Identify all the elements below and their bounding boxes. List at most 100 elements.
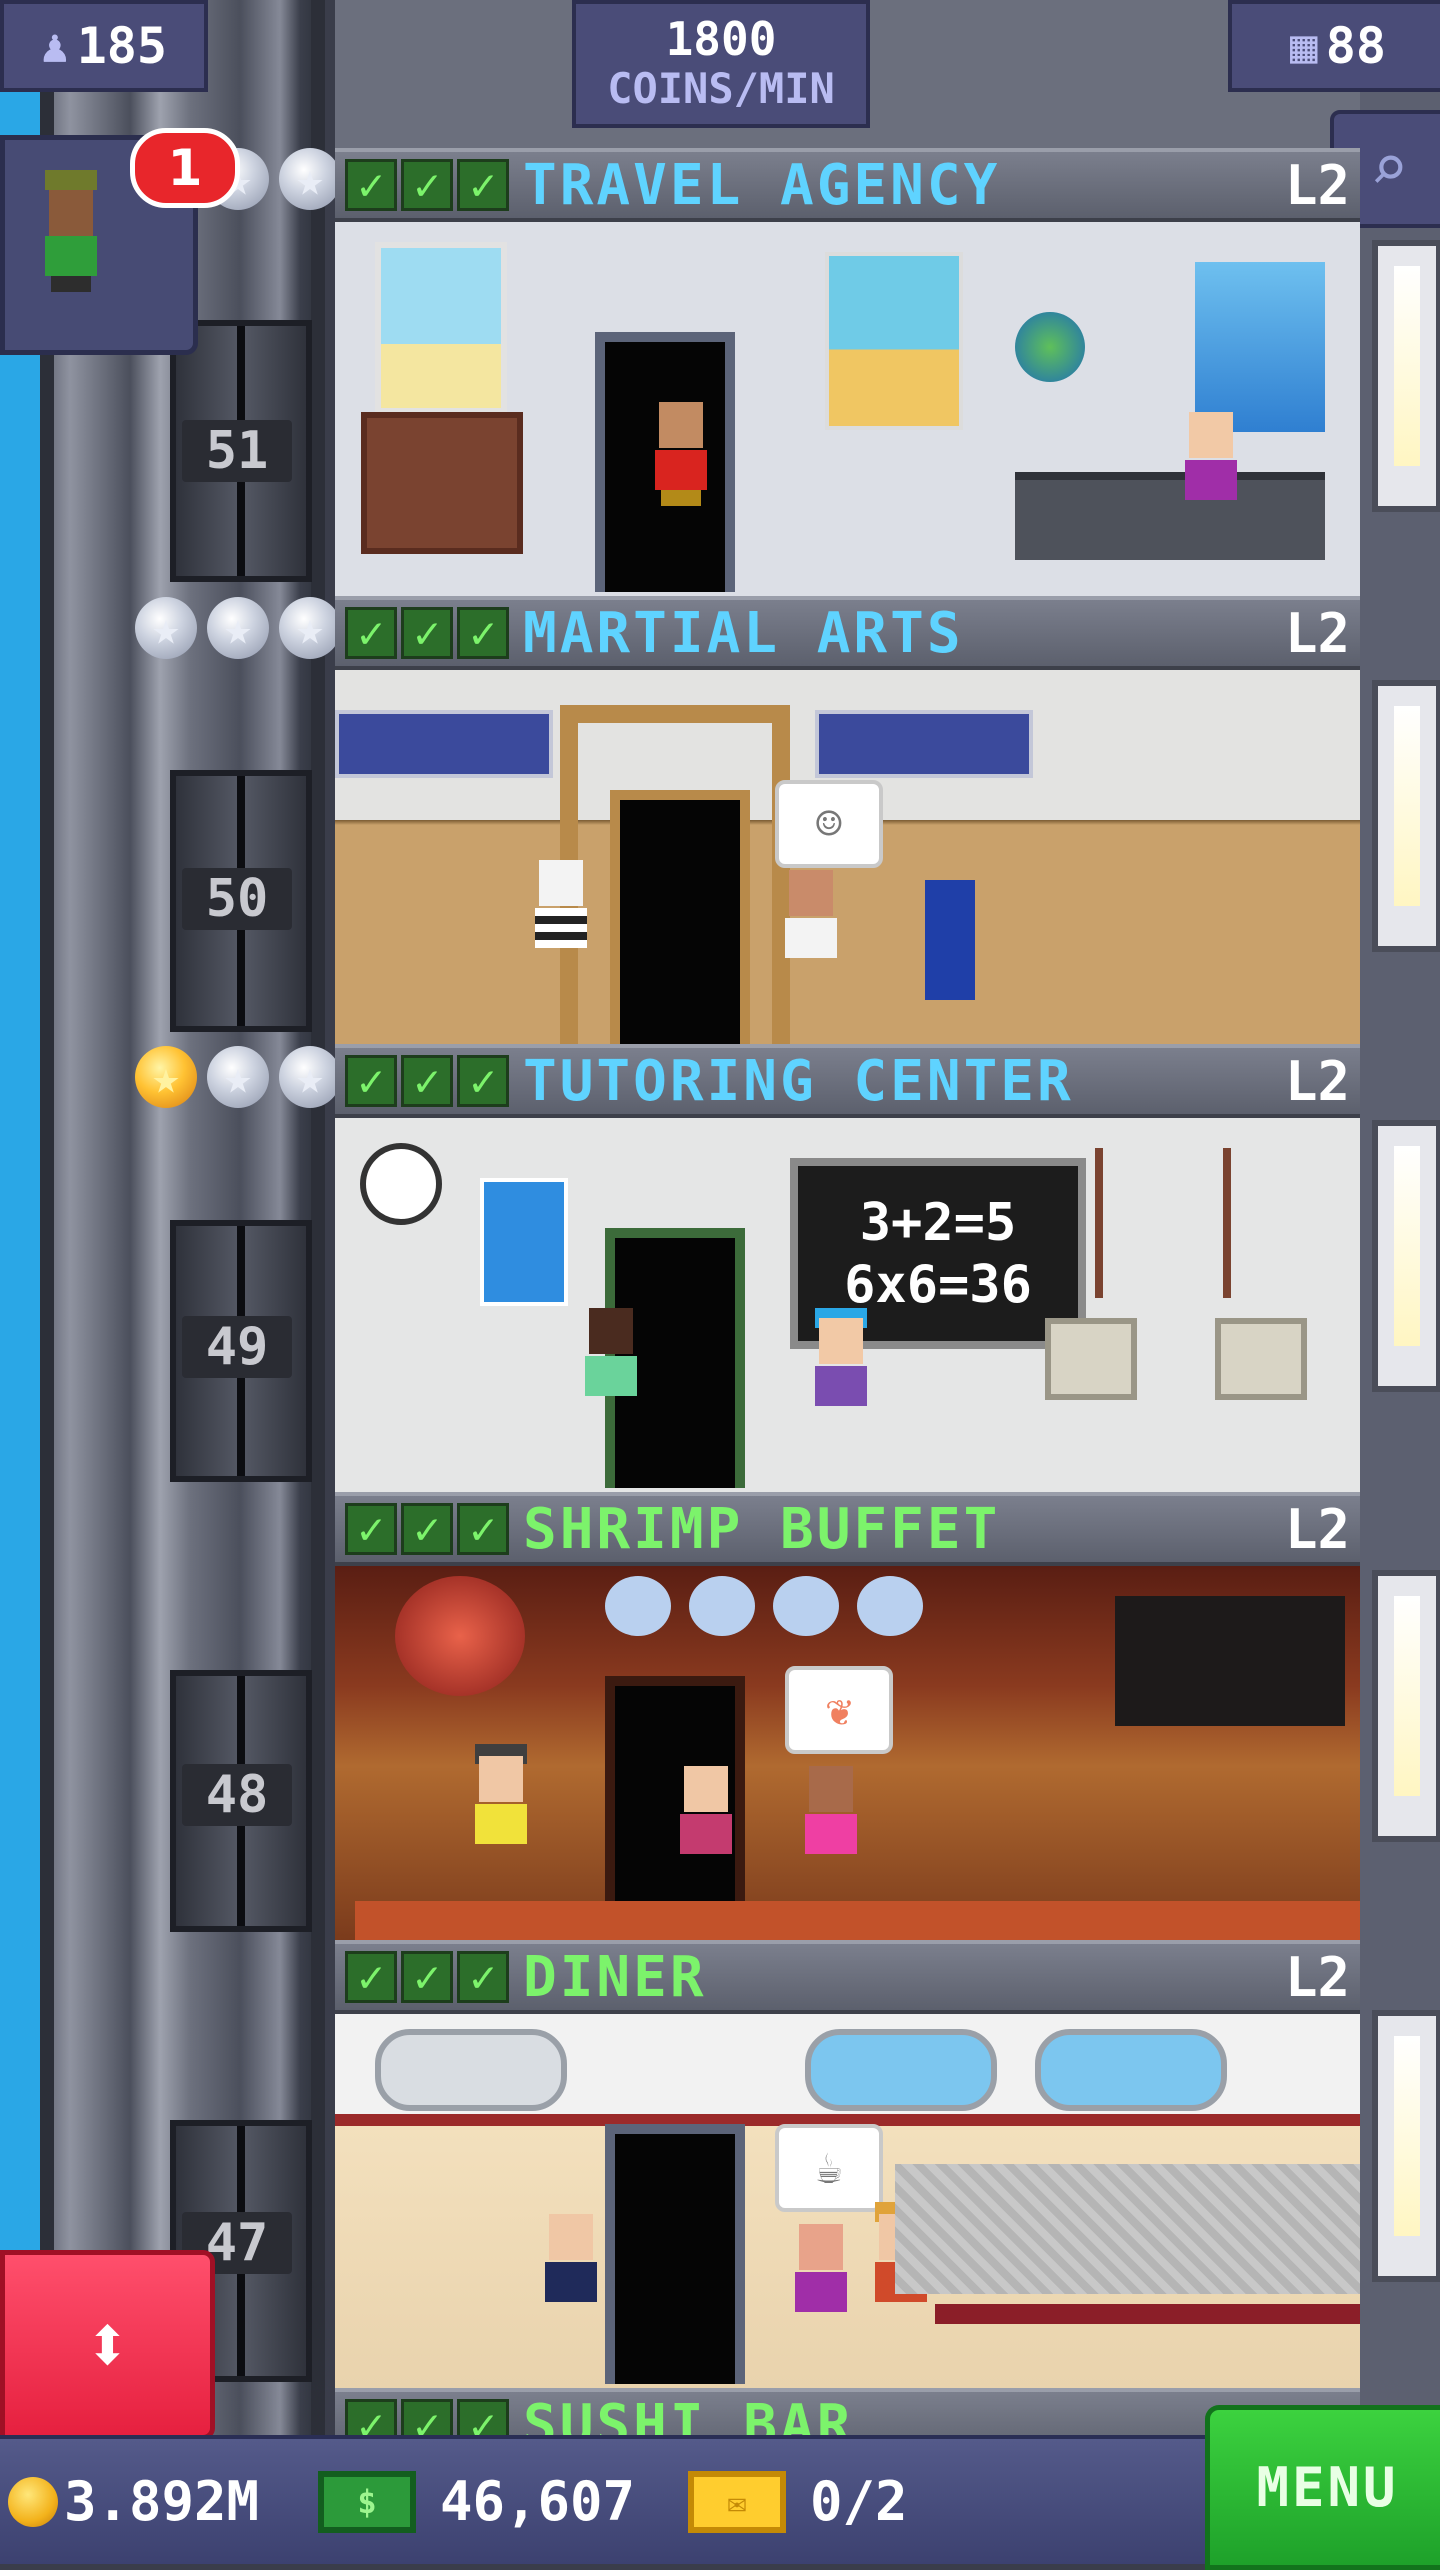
diner-window — [805, 2029, 997, 2111]
floor-martial-arts[interactable]: ✓ ✓ ✓ MARTIAL ARTS L2 ☺ — [335, 596, 1360, 1046]
star-icon: ★ — [279, 148, 341, 210]
notification-badge[interactable]: 1 — [130, 128, 240, 208]
person — [795, 1766, 867, 1916]
person — [805, 1308, 877, 1468]
floor-name: MARTIAL ARTS — [523, 600, 964, 666]
window-panel — [1372, 240, 1440, 512]
population-value: 185 — [76, 17, 167, 75]
computer-icon — [1045, 1318, 1137, 1400]
check-icon: ✓ — [457, 159, 509, 211]
dojo-banner — [815, 710, 1033, 778]
stock-checks: ✓ ✓ ✓ — [345, 607, 509, 659]
shaft-rail — [311, 0, 325, 2440]
head — [799, 2224, 843, 2270]
beach-poster — [375, 242, 507, 414]
person — [645, 402, 717, 552]
floor-header[interactable]: ✓ ✓ ✓ DINER L2 — [335, 1940, 1360, 2014]
body — [815, 1366, 867, 1406]
body — [1185, 460, 1237, 500]
shaft-rail — [40, 0, 54, 2440]
menu-board — [1115, 1596, 1345, 1726]
coins-display[interactable]: 3.892M — [8, 2439, 259, 2564]
visitor-avatar — [35, 150, 107, 330]
star-icon: ★ — [135, 1046, 197, 1108]
floor-travel-agency[interactable]: ✓ ✓ ✓ TRAVEL AGENCY L2 — [335, 148, 1360, 598]
floor-diner[interactable]: ✓ ✓ ✓ DINER L2 ☕ — [335, 1940, 1360, 2390]
floor-count-counter[interactable]: ▦ 88 — [1228, 0, 1440, 92]
check-icon: ✓ — [401, 159, 453, 211]
doorway — [605, 2124, 745, 2384]
doorway — [610, 790, 750, 1044]
person — [465, 1744, 537, 1906]
floor-header[interactable]: ✓ ✓ ✓ SHRIMP BUFFET L2 — [335, 1492, 1360, 1566]
punching-bag — [925, 880, 975, 1000]
apple-poster — [480, 1178, 568, 1306]
bridge-poster — [1195, 262, 1325, 432]
body — [585, 1356, 637, 1396]
floor-header[interactable]: ✓ ✓ ✓ MARTIAL ARTS L2 — [335, 596, 1360, 670]
check-icon: ✓ — [457, 1503, 509, 1555]
plate-row — [605, 1576, 935, 1636]
floor-count-value: 88 — [1325, 17, 1386, 75]
bux-display[interactable]: $ 46,607 — [318, 2439, 635, 2564]
hat — [45, 170, 97, 190]
floor-header[interactable]: ✓ ✓ ✓ TUTORING CENTER L2 — [335, 1044, 1360, 1118]
floor-star-rating: ★ ★ ★ — [135, 1046, 341, 1108]
tickets-value: 0/2 — [810, 2470, 908, 2533]
floor-number-label: 50 — [182, 868, 292, 930]
tickets-display[interactable]: ✉ 0/2 — [688, 2439, 908, 2564]
coin-icon — [8, 2476, 58, 2527]
dojo-banner — [335, 710, 553, 778]
star-icon: ★ — [279, 1046, 341, 1108]
shrimp-icon: ❦ — [825, 1684, 853, 1736]
check-icon: ✓ — [345, 1055, 397, 1107]
window-light — [1394, 2036, 1420, 2236]
head — [789, 870, 833, 916]
window-light — [1394, 1596, 1420, 1796]
head — [479, 1756, 523, 1802]
window-panel — [1372, 1120, 1440, 1392]
person — [670, 1766, 742, 1916]
body — [655, 450, 707, 490]
floor-star-rating: ★ ★ ★ — [135, 597, 341, 659]
elevator-button[interactable]: ⬍ — [0, 2250, 215, 2440]
coins-per-minute-panel: 1800 COINS/MIN — [572, 0, 870, 128]
window-light — [1394, 706, 1420, 906]
coins-per-minute-value: 1800 — [665, 12, 777, 66]
check-icon: ✓ — [401, 1951, 453, 2003]
plate-icon — [605, 1576, 671, 1636]
item-icon: ☺ — [815, 798, 843, 850]
body — [45, 236, 97, 276]
head — [684, 1766, 728, 1812]
floor-header[interactable]: ✓ ✓ ✓ TRAVEL AGENCY L2 — [335, 148, 1360, 222]
floor-shrimp-buffet[interactable]: ✓ ✓ ✓ SHRIMP BUFFET L2 ❦ — [335, 1492, 1360, 1942]
thought-bubble[interactable]: ☕ — [775, 2124, 883, 2212]
check-icon: ✓ — [345, 159, 397, 211]
up-down-arrows-icon: ⬍ — [83, 2298, 132, 2391]
population-counter[interactable]: ♟ 185 — [0, 0, 208, 92]
head — [589, 1308, 633, 1354]
check-icon: ✓ — [345, 1951, 397, 2003]
check-icon: ✓ — [457, 1055, 509, 1107]
check-icon: ✓ — [345, 607, 397, 659]
star-icon: ★ — [135, 597, 197, 659]
stock-checks: ✓ ✓ ✓ — [345, 1503, 509, 1555]
window-light — [1394, 1146, 1420, 1346]
floor-tutoring-center[interactable]: ✓ ✓ ✓ TUTORING CENTER L2 3+2=5 6x6=36 — [335, 1044, 1360, 1494]
globe — [1015, 312, 1085, 382]
plate-icon — [773, 1576, 839, 1636]
floor-number-label: 48 — [182, 1764, 292, 1826]
menu-button[interactable]: MENU — [1205, 2405, 1440, 2570]
head — [809, 1766, 853, 1812]
head — [659, 402, 703, 448]
body — [535, 908, 587, 948]
thought-bubble[interactable]: ☺ — [775, 780, 883, 868]
check-icon: ✓ — [345, 1503, 397, 1555]
check-icon: ✓ — [457, 607, 509, 659]
floor-name: SUSHI BAR — [523, 2392, 854, 2439]
floor-interior: ☺ — [335, 670, 1360, 1044]
brochure-rack — [361, 412, 523, 554]
plate-icon — [689, 1576, 755, 1636]
bux-icon: $ — [318, 2470, 416, 2533]
thought-bubble[interactable]: ❦ — [785, 1666, 893, 1754]
